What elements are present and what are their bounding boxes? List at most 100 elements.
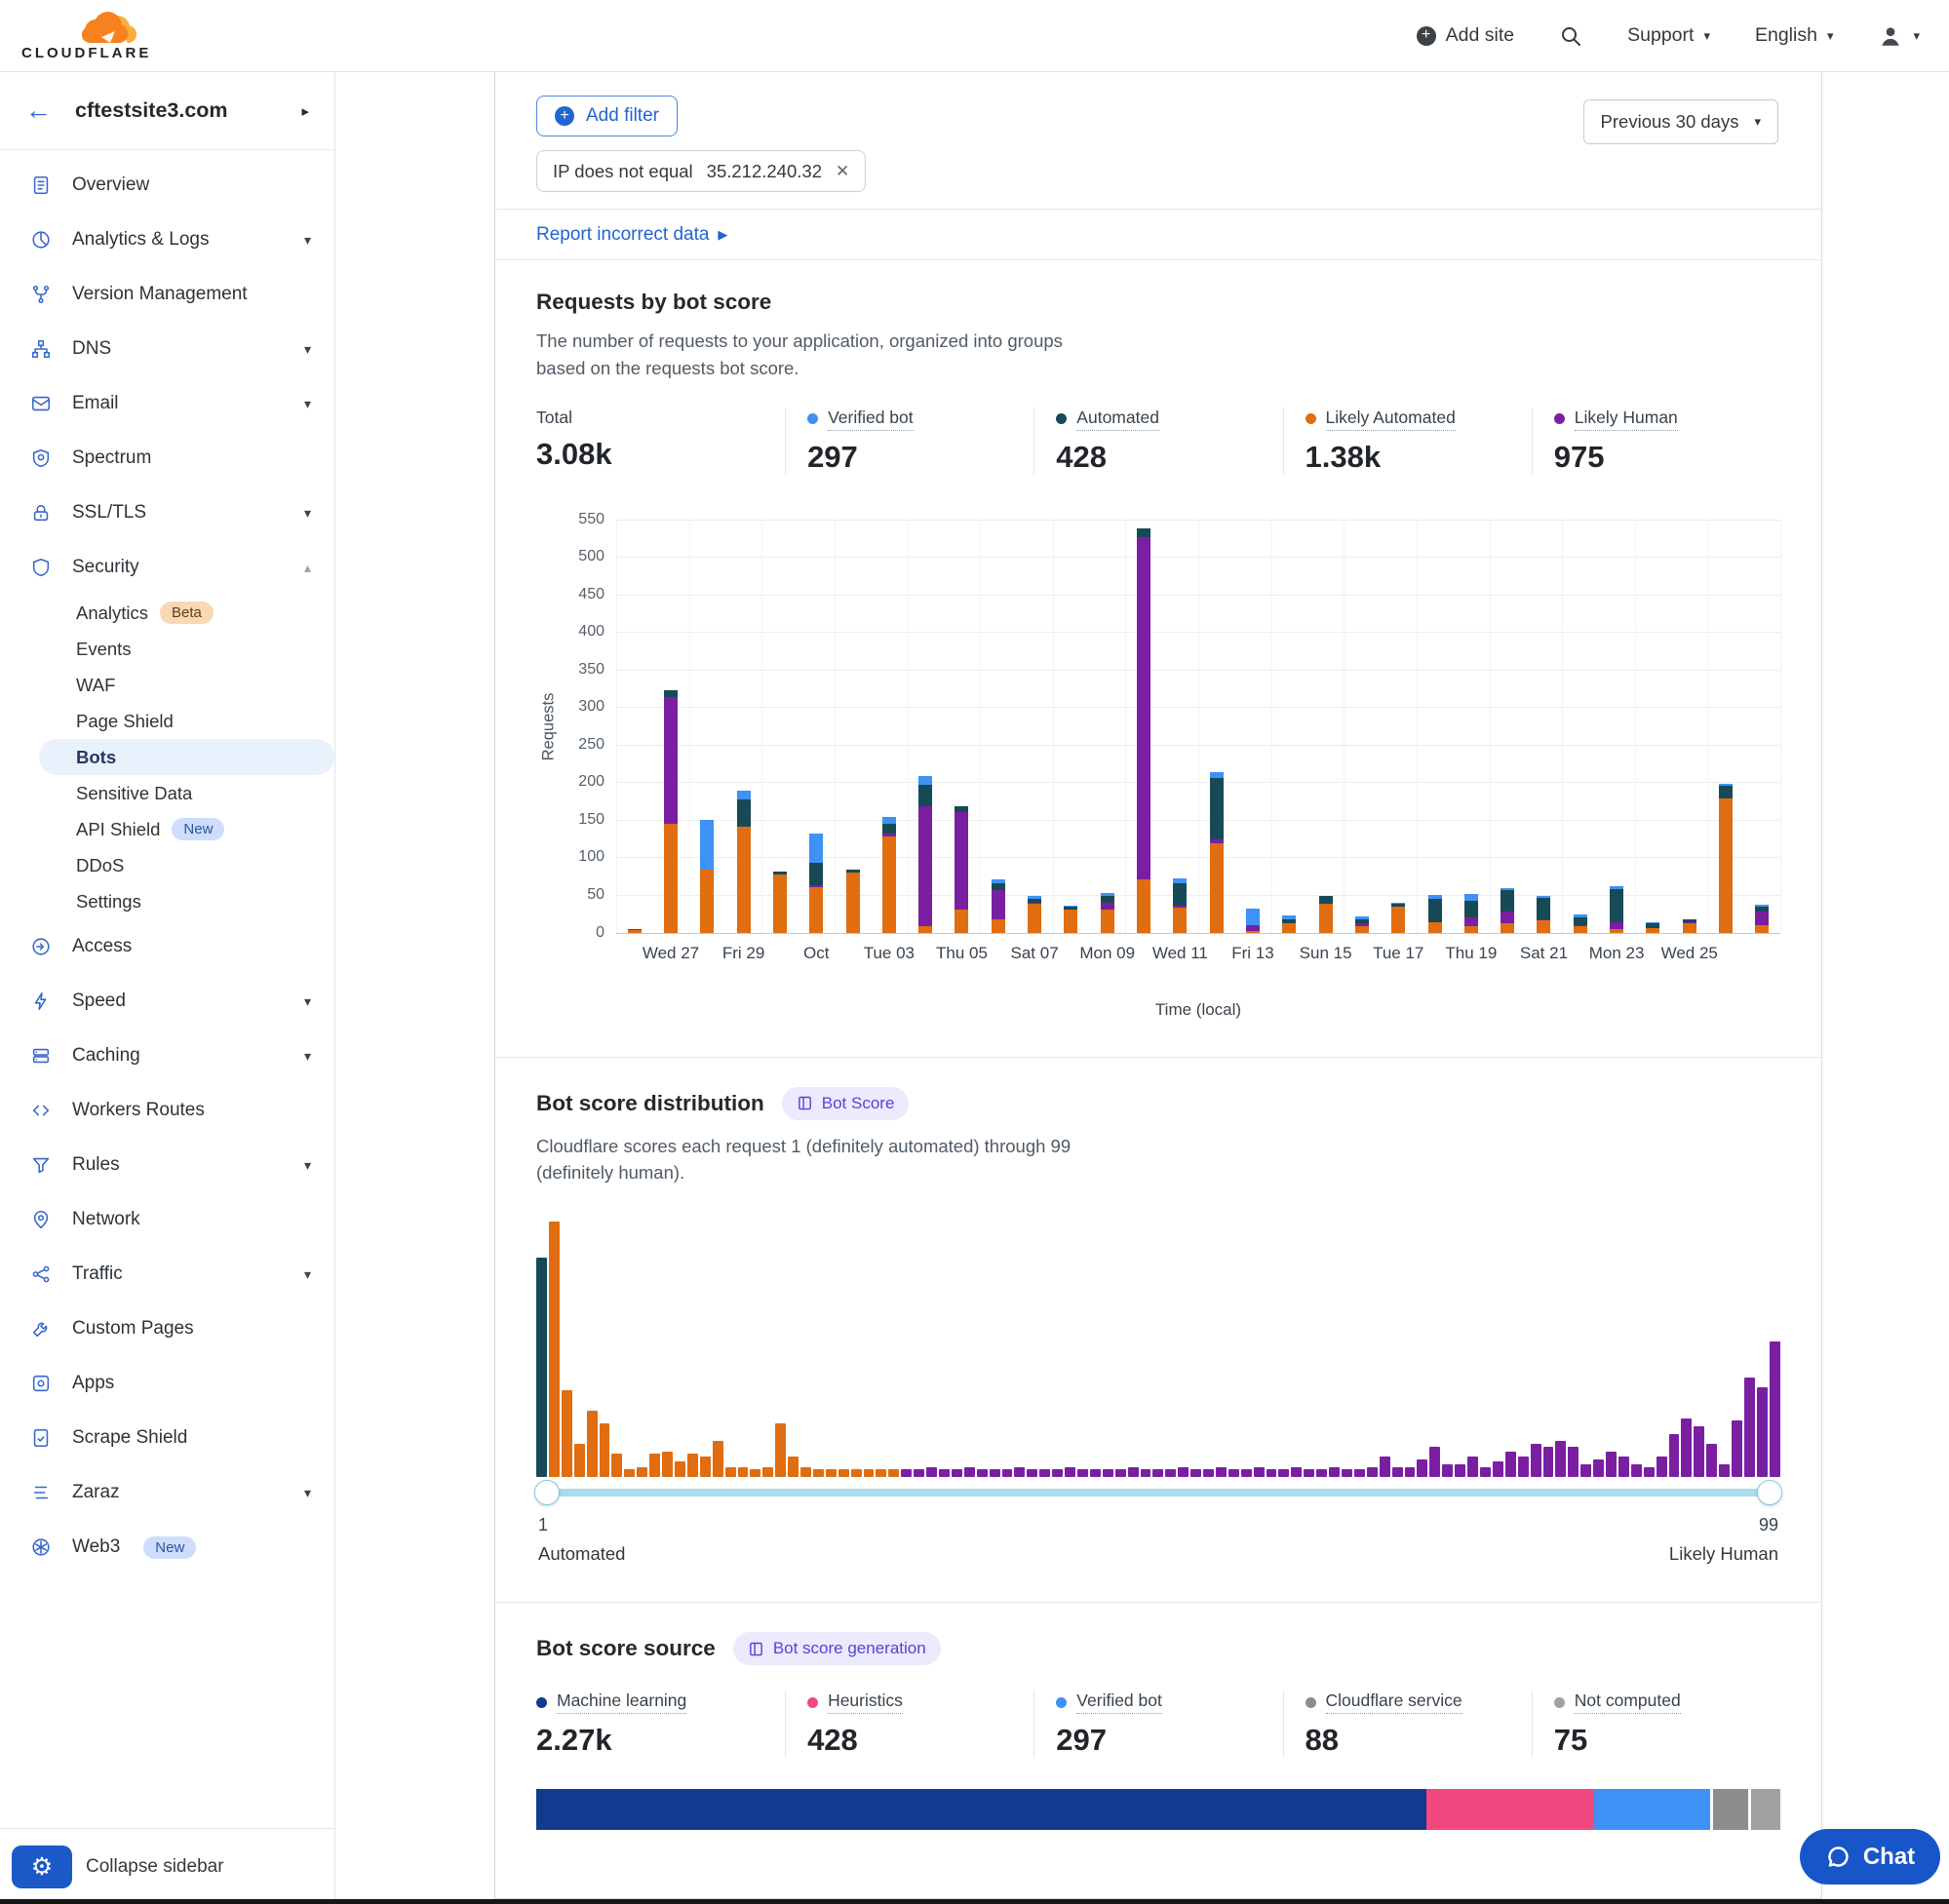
histogram-bar[interactable] [1354,1469,1365,1477]
histogram-bar[interactable] [1657,1457,1667,1477]
stacked-bar[interactable] [1246,909,1260,933]
histogram-bar[interactable] [851,1469,862,1477]
sidebar-item-spectrum[interactable]: Spectrum [0,431,334,486]
stat-label-text[interactable]: Heuristics [828,1690,903,1714]
stacked-bar[interactable] [628,929,642,933]
stacked-bar[interactable] [1755,905,1769,932]
stat-label-text[interactable]: Automated [1076,408,1159,431]
stacked-bar[interactable] [1646,922,1659,933]
histogram-bar[interactable] [1304,1469,1314,1477]
sidebar-item-version-management[interactable]: Version Management [0,267,334,322]
stacked-bar[interactable] [1210,772,1224,933]
slider-handle-left[interactable] [534,1480,560,1505]
sidebar-item-ssl-tls[interactable]: SSL/TLS▾ [0,486,334,540]
stacked-bar[interactable] [664,690,678,933]
sidebar-item-caching[interactable]: Caching▾ [0,1029,334,1083]
stacked-bar[interactable] [1574,914,1587,932]
histogram-bar[interactable] [1027,1469,1037,1477]
histogram-bar[interactable] [826,1469,837,1477]
histogram-bar[interactable] [901,1469,912,1477]
search-icon[interactable] [1559,24,1582,48]
stacked-bar[interactable] [773,872,787,933]
histogram-bar[interactable] [977,1469,988,1477]
histogram-bar[interactable] [1128,1467,1139,1478]
histogram-bar[interactable] [1241,1469,1252,1477]
cloudflare-logo[interactable]: CLOUDFLARE [21,10,151,61]
histogram-bar[interactable] [562,1390,572,1477]
stacked-bar[interactable] [1282,915,1296,933]
histogram-bar[interactable] [1254,1467,1265,1478]
sidebar-item-zaraz[interactable]: Zaraz▾ [0,1465,334,1520]
sidebar-item-email[interactable]: Email▾ [0,376,334,431]
histogram-bar[interactable] [1152,1469,1163,1477]
histogram-bar[interactable] [1103,1469,1113,1477]
histogram-bar[interactable] [725,1467,736,1478]
chevron-up-icon[interactable]: ▴ [304,560,311,576]
histogram-bar[interactable] [1342,1469,1352,1477]
stacked-bar[interactable] [1355,916,1369,933]
chevron-down-icon[interactable]: ▾ [304,1266,311,1283]
add-filter-button[interactable]: + Add filter [536,96,678,136]
sidebar-item-analytics-logs[interactable]: Analytics & Logs▾ [0,213,334,267]
stacked-bar[interactable] [1064,906,1077,932]
histogram-bar[interactable] [587,1411,598,1477]
add-site-button[interactable]: + Add site [1417,24,1514,47]
sidebar-item-overview[interactable]: Overview [0,158,334,213]
stacked-bar[interactable] [1173,878,1187,933]
source-segment-not-computed[interactable] [1751,1789,1780,1830]
sidebar-item-scrape-shield[interactable]: Scrape Shield [0,1411,334,1465]
histogram-bar[interactable] [1618,1457,1629,1477]
histogram-bar[interactable] [1141,1469,1151,1477]
stat-label-text[interactable]: Not computed [1575,1690,1681,1714]
histogram-bar[interactable] [1555,1441,1566,1477]
source-segment-heuristics[interactable] [1426,1789,1594,1830]
histogram-bar[interactable] [1405,1467,1416,1478]
stacked-bar[interactable] [1683,919,1696,932]
sidebar-item-workers-routes[interactable]: Workers Routes [0,1083,334,1138]
histogram-bar[interactable] [1493,1461,1503,1477]
language-menu[interactable]: English ▾ [1755,24,1834,47]
histogram-bar[interactable] [1014,1467,1025,1478]
stacked-bar[interactable] [809,834,823,933]
histogram-bar[interactable] [1669,1434,1680,1478]
histogram-bar[interactable] [1606,1452,1617,1477]
histogram-bar[interactable] [1732,1420,1742,1477]
stacked-bar[interactable] [1319,896,1333,932]
stat-label-text[interactable]: Verified bot [1076,1690,1162,1714]
histogram-bar[interactable] [1267,1469,1277,1477]
histogram-bar[interactable] [762,1467,773,1478]
stacked-bar[interactable] [1028,896,1041,932]
histogram-bar[interactable] [1278,1469,1289,1477]
histogram-bar[interactable] [952,1469,962,1477]
histogram-bar[interactable] [624,1469,635,1477]
back-arrow-icon[interactable]: ← [25,97,52,124]
sidebar-item-access[interactable]: Access [0,919,334,974]
slider-track[interactable] [540,1489,1776,1496]
stacked-bar[interactable] [955,806,968,933]
histogram-bar[interactable] [713,1441,723,1477]
chevron-down-icon[interactable]: ▾ [304,505,311,522]
filter-chip[interactable]: IP does not equal 35.212.240.32 ✕ [536,150,866,192]
sidebar-item-sensitive-data[interactable]: Sensitive Data [39,775,334,811]
histogram-bar[interactable] [750,1469,760,1477]
histogram-bar[interactable] [800,1467,811,1478]
histogram-bar[interactable] [1568,1447,1579,1477]
histogram-bar[interactable] [1291,1467,1302,1478]
histogram-bar[interactable] [1216,1467,1227,1478]
stacked-bar[interactable] [1610,886,1623,933]
histogram-bar[interactable] [1178,1467,1189,1478]
sidebar-item-custom-pages[interactable]: Custom Pages [0,1302,334,1356]
chevron-down-icon[interactable]: ▾ [304,1048,311,1065]
stacked-bar[interactable] [1464,894,1478,932]
histogram-bar[interactable] [1329,1467,1340,1478]
histogram-bar[interactable] [1593,1459,1604,1477]
histogram-bar[interactable] [990,1469,1000,1477]
chevron-down-icon[interactable]: ▾ [304,341,311,358]
histogram-bar[interactable] [1077,1469,1088,1477]
histogram-bar[interactable] [687,1454,698,1477]
histogram-bar[interactable] [1090,1469,1101,1477]
histogram-bar[interactable] [1644,1467,1655,1478]
chevron-down-icon[interactable]: ▾ [304,396,311,412]
stacked-bar[interactable] [1137,528,1150,933]
histogram-bar[interactable] [1165,1469,1176,1477]
